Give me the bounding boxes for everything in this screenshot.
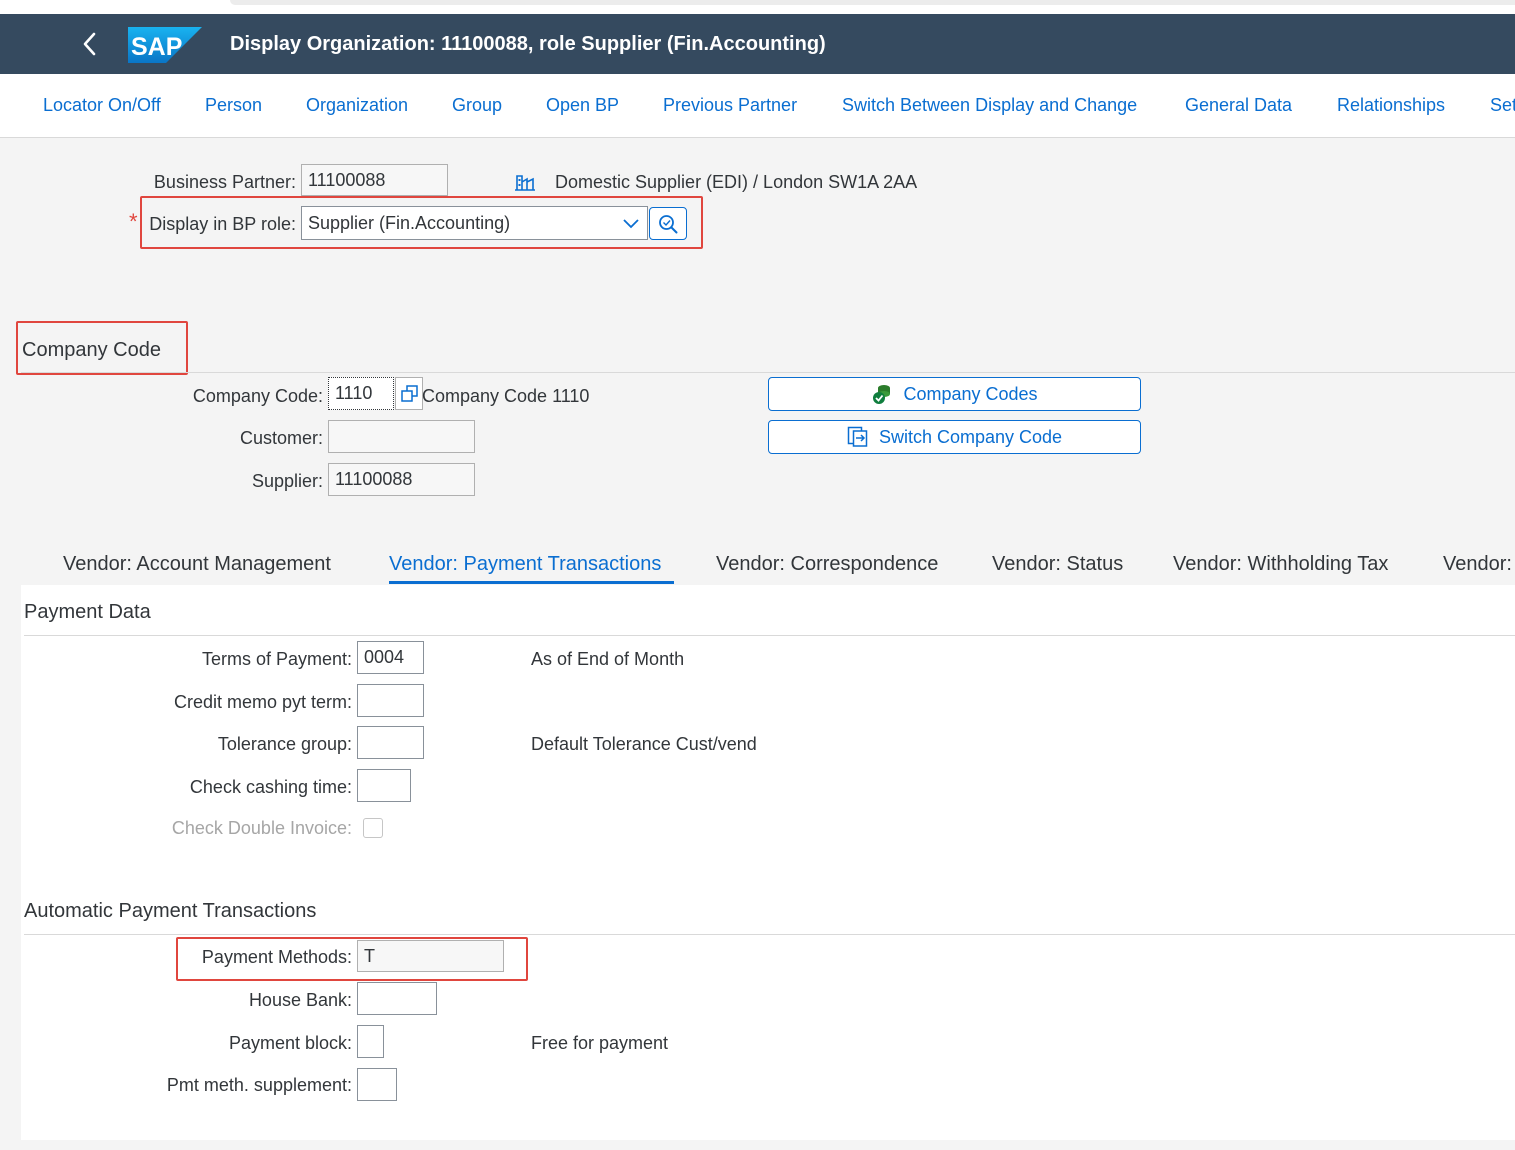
- address-bar-edge: [230, 0, 1515, 5]
- auto-payment-title: Automatic Payment Transactions: [24, 900, 317, 922]
- auto-payment-divider: [24, 934, 1515, 935]
- payment-data-divider: [24, 635, 1515, 636]
- switch-company-code-button[interactable]: Switch Company Code: [768, 420, 1141, 454]
- browser-top-strip: [0, 0, 1515, 14]
- company-code-value-help[interactable]: [395, 377, 423, 410]
- payment-methods-field[interactable]: T: [357, 940, 504, 972]
- chevron-down-icon: [623, 219, 639, 229]
- building-icon: [515, 175, 535, 191]
- vendor-tab-bar: Vendor: Account Management Vendor: Payme…: [21, 545, 1515, 586]
- toolbar-previous-partner[interactable]: Previous Partner: [663, 74, 797, 137]
- role-search-button[interactable]: [649, 207, 687, 240]
- payment-method-supplement-field[interactable]: [357, 1068, 397, 1101]
- tab-more-vendor[interactable]: Vendor:: [1443, 553, 1512, 576]
- payment-methods-label: Payment Methods:: [201, 947, 352, 967]
- switch-icon: [847, 426, 868, 447]
- back-button[interactable]: [78, 30, 102, 58]
- check-double-invoice-checkbox[interactable]: [363, 818, 383, 838]
- company-code-section-title: Company Code: [22, 339, 161, 361]
- stack-check-icon: [873, 385, 891, 404]
- toolbar-general-data[interactable]: General Data: [1185, 74, 1292, 137]
- payment-block-field[interactable]: [357, 1025, 384, 1058]
- shell-bar: SAP Display Organization: 11100088, role…: [0, 14, 1515, 74]
- house-bank-label: House Bank:: [248, 990, 352, 1010]
- toolbar-relationships[interactable]: Relationships: [1337, 74, 1445, 137]
- tab-withholding-tax[interactable]: Vendor: Withholding Tax: [1173, 553, 1388, 576]
- credit-memo-term-field[interactable]: [357, 684, 424, 717]
- business-partner-label: Business Partner:: [153, 172, 296, 192]
- toolbar-group[interactable]: Group: [452, 74, 502, 137]
- application-toolbar: Locator On/Off Person Organization Group…: [0, 74, 1515, 138]
- toolbar-locator-toggle[interactable]: Locator On/Off: [43, 74, 161, 137]
- business-partner-description: Domestic Supplier (EDI) / London SW1A 2A…: [555, 172, 918, 192]
- tolerance-group-label: Tolerance group:: [217, 734, 352, 754]
- company-code-description: Company Code 1110: [422, 386, 590, 406]
- toolbar-open-bp[interactable]: Open BP: [546, 74, 619, 137]
- payment-method-supplement-label: Pmt meth. supplement:: [166, 1075, 352, 1095]
- toolbar-switch-display-change[interactable]: Switch Between Display and Change: [842, 74, 1137, 137]
- customer-label: Customer:: [239, 428, 323, 448]
- chevron-left-icon: [83, 32, 96, 56]
- credit-memo-term-label: Credit memo pyt term:: [173, 692, 352, 712]
- check-double-invoice-label: Check Double Invoice:: [171, 818, 352, 838]
- tolerance-group-field[interactable]: [357, 726, 424, 759]
- company-codes-button[interactable]: Company Codes: [768, 377, 1141, 411]
- supplier-label: Supplier:: [251, 471, 323, 491]
- bp-role-label: Display in BP role:: [149, 214, 296, 234]
- sap-logo-text: SAP: [131, 33, 182, 61]
- tab-payment-transactions[interactable]: Vendor: Payment Transactions: [389, 553, 661, 576]
- search-icon: [659, 215, 678, 234]
- company-code-field[interactable]: 1110: [328, 377, 394, 410]
- payment-block-description: Free for payment: [531, 1033, 669, 1053]
- section-divider: [21, 372, 1515, 373]
- switch-company-code-button-label: Switch Company Code: [878, 426, 1063, 447]
- customer-field[interactable]: [328, 420, 475, 453]
- terms-of-payment-label: Terms of Payment:: [201, 649, 352, 669]
- house-bank-field[interactable]: [357, 982, 437, 1015]
- copy-icon: [401, 385, 418, 402]
- toolbar-set[interactable]: Set: [1490, 74, 1515, 137]
- sap-logo: SAP: [128, 27, 202, 63]
- terms-of-payment-field[interactable]: 0004: [357, 641, 424, 674]
- supplier-field[interactable]: 11100088: [328, 463, 475, 496]
- company-code-label: Company Code:: [192, 386, 323, 406]
- tab-account-management[interactable]: Vendor: Account Management: [63, 553, 331, 576]
- active-tab-indicator: [389, 581, 674, 584]
- check-cashing-time-field[interactable]: [357, 769, 411, 802]
- tolerance-group-description: Default Tolerance Cust/vend: [531, 734, 757, 754]
- bp-role-select[interactable]: Supplier (Fin.Accounting): [301, 206, 648, 240]
- tab-status[interactable]: Vendor: Status: [992, 553, 1123, 576]
- payment-block-label: Payment block:: [228, 1033, 352, 1053]
- bp-role-value: Supplier (Fin.Accounting): [308, 213, 511, 233]
- tab-correspondence[interactable]: Vendor: Correspondence: [716, 553, 938, 576]
- check-cashing-time-label: Check cashing time:: [189, 777, 352, 797]
- toolbar-person[interactable]: Person: [205, 74, 262, 137]
- toolbar-organization[interactable]: Organization: [306, 74, 408, 137]
- terms-of-payment-description: As of End of Month: [531, 649, 685, 669]
- company-codes-button-label: Company Codes: [903, 383, 1038, 404]
- page-title: Display Organization: 11100088, role Sup…: [230, 33, 826, 55]
- payment-data-title: Payment Data: [24, 601, 151, 623]
- business-partner-field[interactable]: 11100088: [301, 164, 448, 196]
